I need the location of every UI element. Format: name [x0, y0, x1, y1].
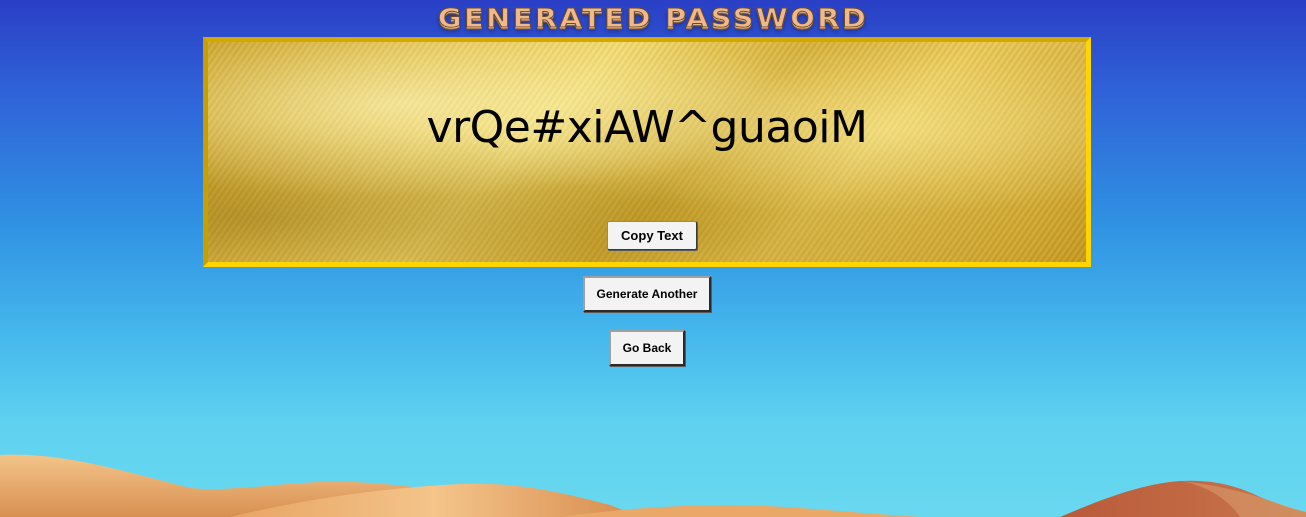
page-title: GENERATED PASSWORD: [437, 4, 869, 35]
generate-another-button[interactable]: Generate Another: [583, 276, 711, 312]
go-back-button[interactable]: Go Back: [609, 330, 685, 366]
copy-text-button[interactable]: Copy Text: [607, 221, 697, 250]
password-panel: vrQe#xiAW^guaoiM Copy Text: [203, 37, 1091, 267]
generated-password-text: vrQe#xiAW^guaoiM: [426, 102, 868, 153]
